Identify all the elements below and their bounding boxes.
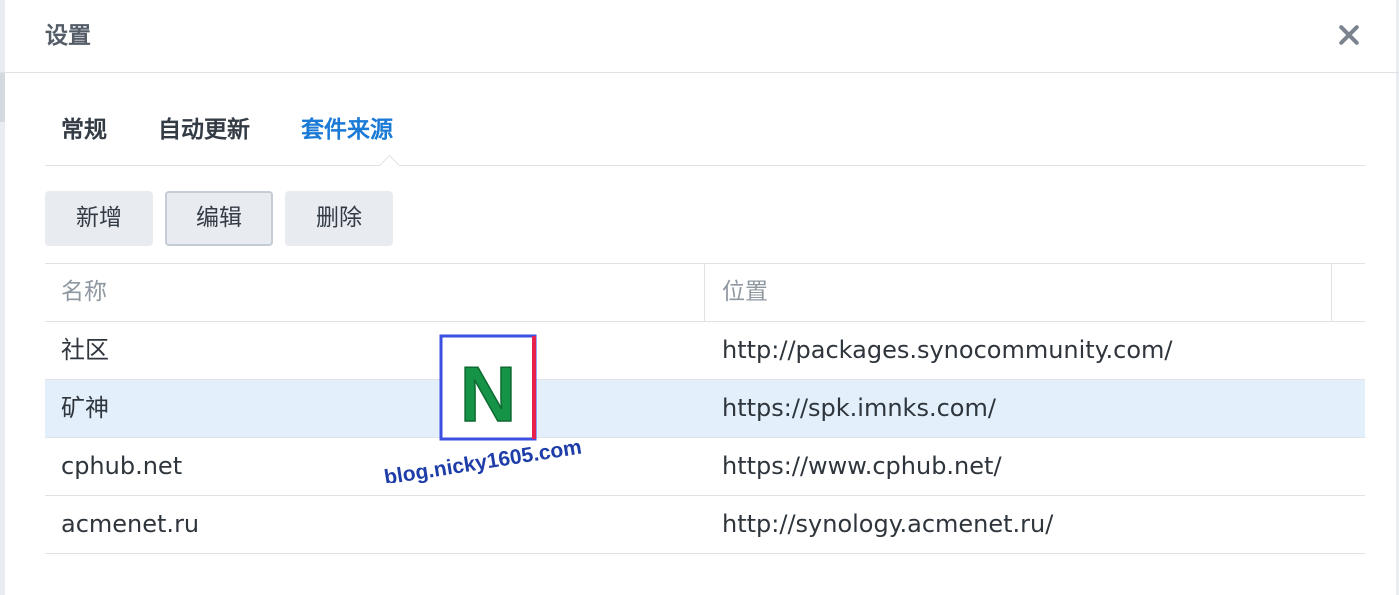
row-location-cell: http://packages.synocommunity.com/ [722, 336, 1173, 364]
tab-package-sources[interactable]: 套件来源 [301, 114, 393, 146]
tab-general[interactable]: 常规 [61, 114, 107, 146]
dialog-title: 设置 [45, 23, 91, 49]
column-header-name[interactable]: 名称 [45, 264, 705, 321]
row-name-cell: cphub.net [61, 452, 183, 480]
row-location-cell: https://spk.imnks.com/ [722, 394, 996, 422]
tab-bar: 常规 自动更新 套件来源 [45, 100, 1365, 177]
row-name-cell: 社区 [61, 336, 109, 364]
table-row[interactable]: 社区 http://packages.synocommunity.com/ [45, 322, 1365, 380]
dialog-titlebar: 设置 [0, 0, 1399, 73]
settings-dialog: 设置 常规 自动更新 套件来源 新增 编辑 删除 名称 位置 社区 http:/… [0, 0, 1399, 595]
edit-button[interactable]: 编辑 [165, 191, 273, 246]
tab-auto-update[interactable]: 自动更新 [158, 114, 250, 146]
add-button[interactable]: 新增 [45, 191, 153, 246]
package-source-table: 名称 位置 社区 http://packages.synocommunity.c… [45, 263, 1365, 554]
row-location-cell: http://synology.acmenet.ru/ [722, 510, 1054, 538]
delete-button[interactable]: 删除 [285, 191, 393, 246]
table-row[interactable]: acmenet.ru http://synology.acmenet.ru/ [45, 496, 1365, 554]
column-header-spacer [1332, 264, 1365, 321]
table-row[interactable]: cphub.net https://www.cphub.net/ [45, 438, 1365, 496]
row-name-cell: 矿神 [61, 394, 109, 422]
table-header: 名称 位置 [45, 264, 1365, 322]
close-icon[interactable] [1334, 20, 1364, 50]
row-location-cell: https://www.cphub.net/ [722, 452, 1002, 480]
column-header-location[interactable]: 位置 [705, 264, 1332, 321]
row-name-cell: acmenet.ru [61, 510, 200, 538]
background-window-edge-detail [0, 72, 5, 122]
active-tab-indicator [378, 154, 401, 177]
table-row-selected[interactable]: 矿神 https://spk.imnks.com/ [45, 380, 1365, 438]
